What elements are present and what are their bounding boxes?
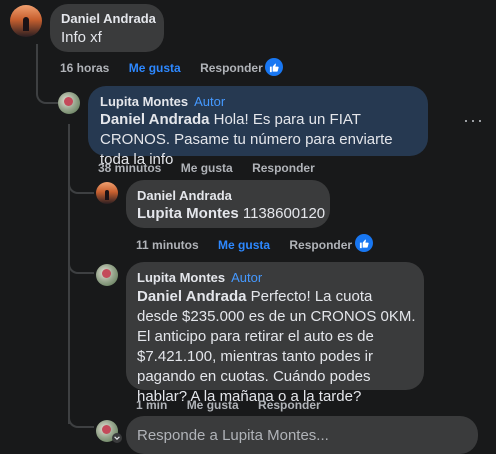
chevron-down-icon[interactable] [112, 433, 122, 443]
mention[interactable]: Lupita Montes [137, 205, 239, 222]
reply-button[interactable]: Responder [200, 61, 263, 75]
reply-bubble-highlighted: Lupita Montes Autor Daniel Andrada Hola! … [88, 86, 428, 168]
reply-author[interactable]: Daniel Andrada [137, 188, 232, 203]
reply-button[interactable]: Responder [289, 238, 352, 252]
avatar[interactable] [96, 182, 118, 204]
reply-button[interactable]: Responder [258, 398, 321, 412]
avatar[interactable] [58, 92, 80, 114]
reply-bubble: Lupita Montes Autor Daniel Andrada Perfec… [126, 262, 424, 405]
reply-time[interactable]: 11 minutos [136, 238, 199, 252]
reply-button[interactable]: Responder [252, 161, 315, 175]
reply-text: Lupita Montes 1138600120 [137, 205, 326, 222]
like-icon [355, 234, 373, 252]
avatar[interactable] [96, 264, 118, 286]
reply-input[interactable]: Responde a Lupita Montes... [126, 416, 478, 454]
reply-bubble: Daniel Andrada Lupita Montes 1138600120 [126, 180, 330, 228]
reply-time[interactable]: 38 minutos [98, 161, 161, 175]
more-options-icon[interactable]: ··· [463, 110, 484, 131]
thread-line-branch-1 [68, 176, 94, 194]
thread-line-main [36, 44, 58, 104]
avatar[interactable] [10, 5, 42, 37]
like-button[interactable]: Me gusta [129, 61, 181, 75]
thread-line-branch-2 [68, 256, 94, 274]
like-button[interactable]: Me gusta [181, 161, 233, 175]
comment-author[interactable]: Daniel Andrada [61, 11, 156, 26]
reply-author[interactable]: Lupita Montes [137, 270, 225, 285]
like-button[interactable]: Me gusta [187, 398, 239, 412]
reply-author[interactable]: Lupita Montes [100, 94, 188, 109]
like-icon [265, 58, 283, 76]
mention[interactable]: Daniel Andrada [137, 288, 246, 305]
comment-actions: 16 horas Me gusta Responder [60, 61, 279, 75]
comment-text: Info xf [61, 29, 102, 46]
comment-time[interactable]: 16 horas [60, 61, 109, 75]
reply-actions: 1 min Me gusta Responder [136, 398, 337, 412]
comment-bubble: Daniel Andrada Info xf [50, 4, 164, 52]
reply-time[interactable]: 1 min [136, 398, 167, 412]
reply-actions: 38 minutos Me gusta Responder [98, 161, 331, 175]
thread-line-branch-3 [68, 410, 94, 428]
reply-input-placeholder: Responde a Lupita Montes... [137, 427, 329, 444]
author-badge: Autor [231, 270, 263, 285]
mention[interactable]: Daniel Andrada [100, 111, 209, 128]
reply-text: Daniel Andrada Perfecto! La cuota desde … [137, 288, 416, 405]
thread-line-replies [68, 124, 70, 424]
reply-actions: 11 minutos Me gusta Responder [136, 238, 368, 252]
like-button[interactable]: Me gusta [218, 238, 270, 252]
author-badge: Autor [194, 94, 226, 109]
